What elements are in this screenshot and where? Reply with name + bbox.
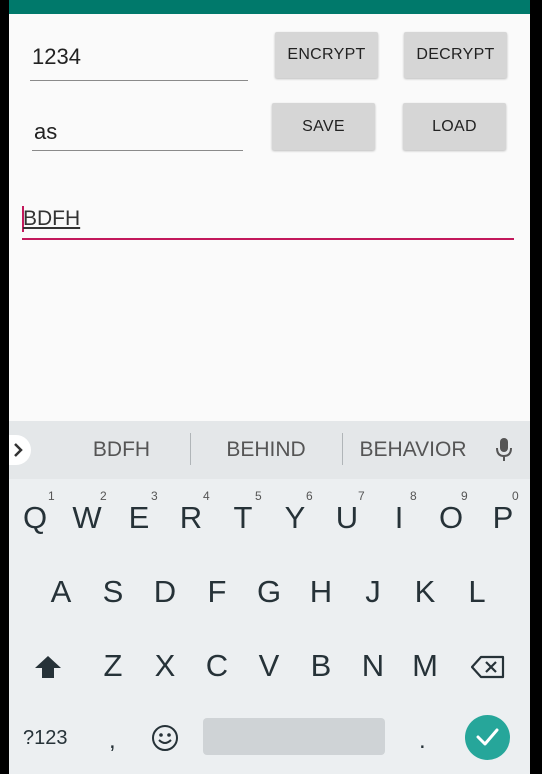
key-hint-2: 2 (100, 489, 107, 503)
encrypt-button[interactable]: ENCRYPT (275, 32, 378, 78)
key-z[interactable]: Z (87, 648, 139, 684)
suggestion-strip: BDFH BEHIND BEHAVIOR (9, 421, 530, 479)
key-i[interactable]: I (373, 500, 425, 536)
save-button-label: SAVE (302, 118, 345, 135)
emoji-icon[interactable] (151, 724, 179, 752)
symbols-key[interactable]: ?123 (23, 727, 68, 750)
filename-input[interactable]: as (32, 119, 243, 151)
key-s[interactable]: S (87, 574, 139, 610)
key-r[interactable]: R (165, 500, 217, 536)
microphone-icon[interactable] (495, 437, 513, 463)
key-c[interactable]: C (191, 648, 243, 684)
shift-icon[interactable] (34, 655, 62, 679)
key-a[interactable]: A (35, 574, 87, 610)
suggestion-2[interactable]: BEHIND (206, 438, 326, 462)
key-hint-8: 8 (410, 489, 417, 503)
key-n[interactable]: N (347, 648, 399, 684)
key-t[interactable]: T (217, 500, 269, 536)
key-hint-7: 7 (358, 489, 365, 503)
app-screen: 1234 as ENCRYPT DECRYPT SAVE LOAD BDFH B… (9, 0, 530, 774)
key-input-underline (30, 80, 248, 81)
soft-keyboard: BDFH BEHIND BEHAVIOR Q W E R T Y U I O P… (9, 421, 530, 774)
status-bar (9, 0, 530, 14)
key-y[interactable]: Y (269, 500, 321, 536)
key-g[interactable]: G (243, 574, 295, 610)
key-l[interactable]: L (451, 574, 503, 610)
key-hint-4: 4 (203, 489, 210, 503)
key-k[interactable]: K (399, 574, 451, 610)
key-hint-0: 0 (512, 489, 519, 503)
key-h[interactable]: H (295, 574, 347, 610)
load-button-label: LOAD (432, 118, 477, 135)
key-input[interactable]: 1234 (30, 44, 248, 81)
key-o[interactable]: O (425, 500, 477, 536)
encrypt-button-label: ENCRYPT (287, 46, 366, 63)
output-input-value: BDFH (23, 207, 81, 230)
key-u[interactable]: U (321, 500, 373, 536)
key-hint-3: 3 (151, 489, 158, 503)
filename-input-value: as (34, 119, 58, 144)
device-bezel-right (530, 0, 542, 774)
chevron-right-icon (14, 443, 23, 457)
key-m[interactable]: M (399, 648, 451, 684)
comma-key[interactable]: , (109, 727, 116, 755)
key-q[interactable]: Q (9, 500, 61, 536)
suggestion-divider (342, 433, 343, 465)
key-x[interactable]: X (139, 648, 191, 684)
key-j[interactable]: J (347, 574, 399, 610)
suggestion-3[interactable]: BEHAVIOR (353, 438, 473, 462)
key-e[interactable]: E (113, 500, 165, 536)
decrypt-button[interactable]: DECRYPT (404, 32, 507, 78)
filename-input-underline (32, 150, 243, 151)
period-key[interactable]: . (419, 727, 426, 755)
key-d[interactable]: D (139, 574, 191, 610)
key-b[interactable]: B (295, 648, 347, 684)
expand-toolbar-button[interactable] (9, 435, 31, 465)
enter-key[interactable] (465, 715, 510, 760)
key-hint-9: 9 (461, 489, 468, 503)
load-button[interactable]: LOAD (403, 103, 506, 150)
space-bar[interactable] (203, 718, 385, 755)
key-hint-6: 6 (306, 489, 313, 503)
key-p[interactable]: P (477, 500, 529, 536)
key-hint-1: 1 (48, 489, 55, 503)
checkmark-icon (476, 728, 499, 746)
save-button[interactable]: SAVE (272, 103, 375, 150)
key-input-value: 1234 (32, 44, 81, 69)
key-v[interactable]: V (243, 648, 295, 684)
device-bezel-left (0, 0, 9, 774)
key-hint-5: 5 (255, 489, 262, 503)
key-w[interactable]: W (61, 500, 113, 536)
suggestion-divider (190, 433, 191, 465)
decrypt-button-label: DECRYPT (416, 46, 495, 63)
key-f[interactable]: F (191, 574, 243, 610)
suggestion-1[interactable]: BDFH (69, 438, 174, 462)
backspace-icon[interactable] (471, 655, 505, 679)
output-input-underline (22, 238, 514, 240)
